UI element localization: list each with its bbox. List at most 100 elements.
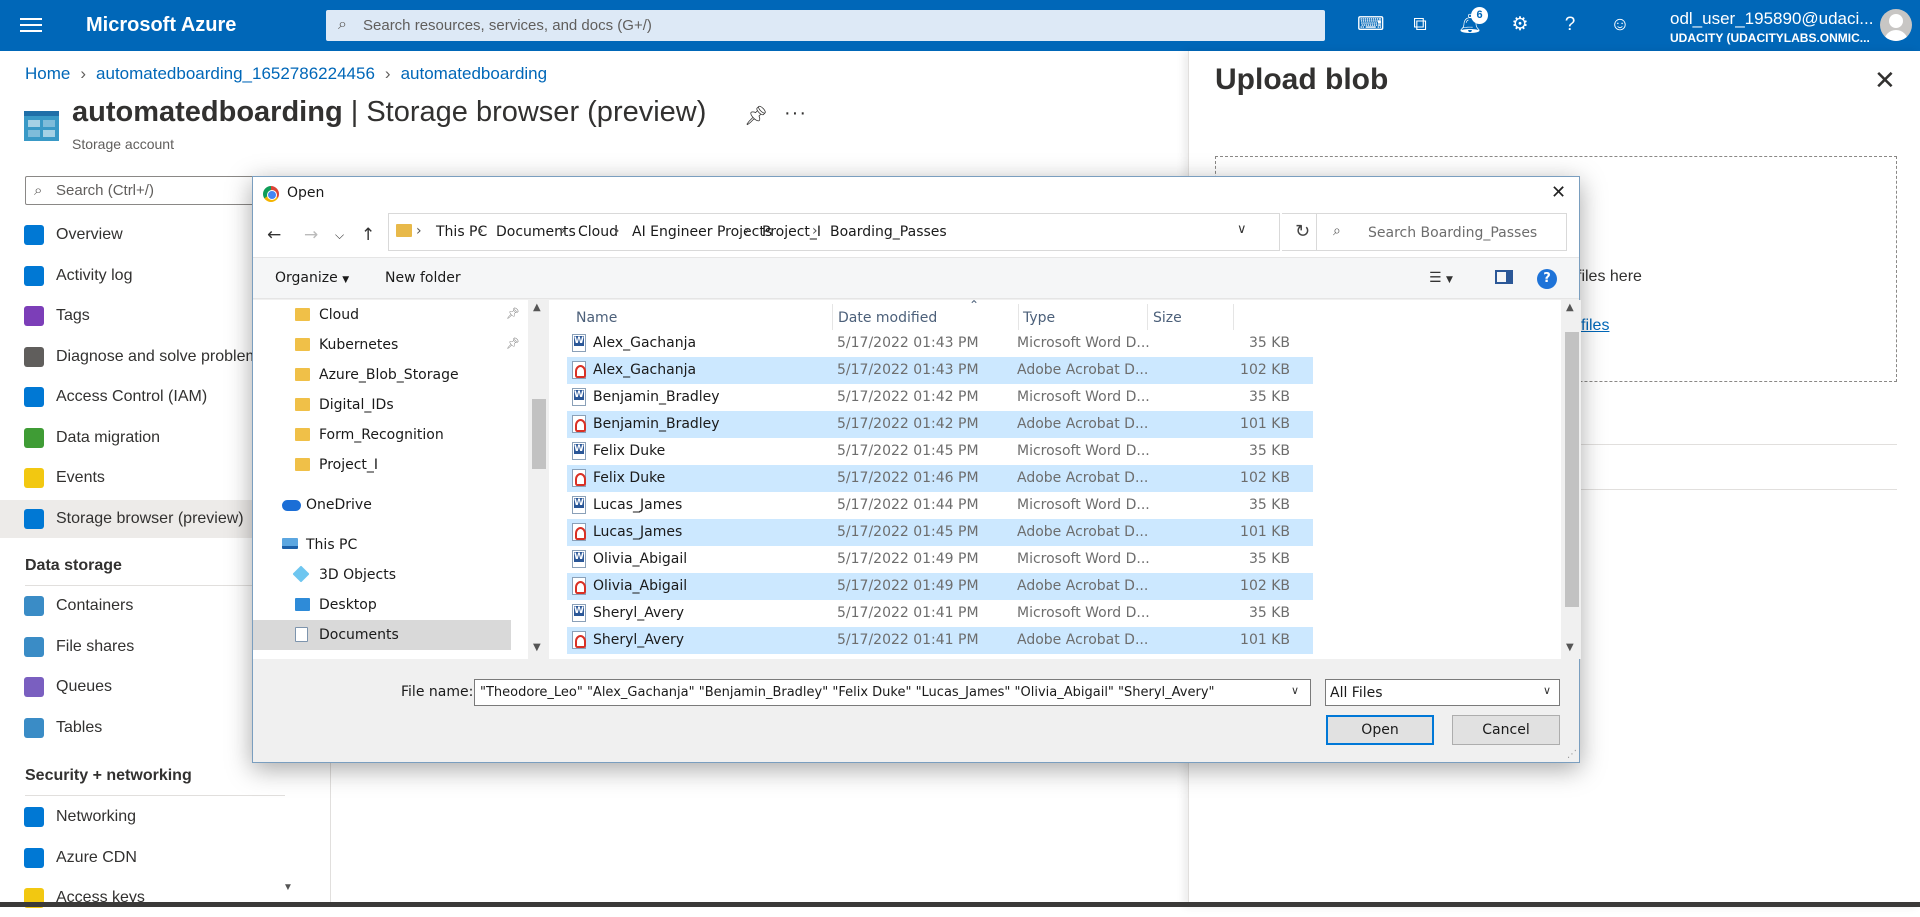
tree-item-documents[interactable]: Documents [253, 620, 511, 650]
file-row[interactable]: Olivia_Abigail 5/17/2022 01:49 PM Microsof… [567, 546, 1313, 573]
preview-pane-icon[interactable] [1495, 270, 1513, 284]
pc-icon [282, 538, 298, 549]
column-header-type[interactable]: Type [1023, 310, 1055, 326]
azure-brand[interactable]: Microsoft Azure [86, 14, 236, 37]
close-icon[interactable]: ✕ [1551, 182, 1566, 203]
file-type-select[interactable]: All Files [1325, 679, 1560, 706]
file-row[interactable]: Benjamin_Bradley 5/17/2022 01:42 PM Adobe … [567, 411, 1313, 438]
nav-item-tags[interactable]: Tags [0, 297, 290, 335]
pin-icon[interactable]: 📌︎ [744, 104, 768, 128]
nav-item-access-keys[interactable]: Access keys [0, 879, 290, 917]
chevron-down-icon[interactable]: ∨ [1543, 684, 1551, 697]
tree-item-this-pc[interactable]: This PC [253, 530, 511, 560]
file-row[interactable]: Olivia_Abigail 5/17/2022 01:49 PM Adobe Ac… [567, 573, 1313, 600]
organize-menu-button[interactable]: Organize ▼ [275, 270, 349, 286]
folder-search-placeholder: Search Boarding_Passes [1368, 225, 1538, 241]
file-row[interactable]: Sheryl_Avery 5/17/2022 01:41 PM Microsoft … [567, 600, 1313, 627]
file-row[interactable]: Lucas_James 5/17/2022 01:45 PM Adobe Acrob… [567, 519, 1313, 546]
column-header-name[interactable]: Name [576, 310, 617, 326]
navigation-pane-scrollbar[interactable]: ▲ ▼ [528, 300, 548, 659]
column-divider[interactable] [1147, 304, 1148, 330]
nav-item-diagnose-and-solve-problems[interactable]: Diagnose and solve problems [0, 338, 290, 376]
folder-search-input[interactable]: ⌕ Search Boarding_Passes [1316, 213, 1567, 251]
feedback-icon[interactable]: ☺ [1607, 12, 1633, 38]
tree-item-form-recognition[interactable]: Form_Recognition [253, 420, 511, 450]
address-bar[interactable]: › This PC › Documents › Cloud › AI Engineer Pro… [388, 213, 1280, 251]
tree-item-onedrive[interactable]: OneDrive [253, 490, 511, 520]
file-size: 101 KB [1240, 416, 1290, 432]
account-menu[interactable]: odl_user_195890@udaci... UDACITY (UDACIT… [1670, 9, 1873, 45]
tree-item-azure-blob-storage[interactable]: Azure_Blob_Storage [253, 360, 511, 390]
help-icon[interactable]: ? [1557, 12, 1583, 38]
chevron-down-icon[interactable]: ∨ [1237, 222, 1247, 237]
file-name: Felix Duke [593, 443, 666, 459]
file-row[interactable]: Alex_Gachanja 5/17/2022 01:43 PM Adobe Acr… [567, 357, 1313, 384]
breadcrumb-resource-group[interactable]: automatedboarding_1652786224456 [96, 64, 375, 83]
nav-item-overview[interactable]: Overview [0, 216, 290, 254]
tree-item-project-i[interactable]: Project_I [253, 450, 511, 480]
tree-item-digital-ids[interactable]: Digital_IDs [253, 390, 511, 420]
back-arrow-icon[interactable]: ← [267, 225, 281, 245]
change-view-icon[interactable]: ☰ ▼ [1429, 270, 1453, 286]
file-size: 101 KB [1240, 632, 1290, 648]
path-segment-ai-engineer-projects[interactable]: AI Engineer Projects [632, 224, 772, 240]
navigation-pane: Cloud 📌︎ Kubernetes 📌︎ Azure_Blob_Storage Dig… [253, 300, 528, 659]
tree-item-cloud[interactable]: Cloud 📌︎ [253, 300, 520, 330]
nav-item-queues[interactable]: Queues [0, 668, 290, 706]
breadcrumb-home[interactable]: Home [25, 64, 70, 83]
nav-item-events[interactable]: Events [0, 459, 290, 497]
recent-locations-chevron-icon[interactable]: ⌵ [335, 228, 344, 243]
file-row[interactable]: Sheryl_Avery 5/17/2022 01:41 PM Adobe Acro… [567, 627, 1313, 654]
scrollbar-thumb[interactable] [532, 399, 546, 469]
cancel-button[interactable]: Cancel [1452, 715, 1560, 745]
new-folder-button[interactable]: New folder [385, 270, 461, 286]
file-row[interactable]: Benjamin_Bradley 5/17/2022 01:42 PM Micros… [567, 384, 1313, 411]
path-segment-cloud[interactable]: Cloud [578, 224, 618, 240]
open-button[interactable]: Open [1326, 715, 1434, 745]
column-header-date-modified[interactable]: Date modified [838, 310, 937, 326]
avatar[interactable] [1880, 9, 1912, 41]
column-divider[interactable] [1018, 304, 1019, 330]
breadcrumb-storage-account[interactable]: automatedboarding [401, 64, 548, 83]
dialog-title-bar[interactable]: Open ✕ [253, 177, 1579, 209]
nav-item-azure-cdn[interactable]: Azure CDN [0, 839, 290, 877]
file-name-input[interactable]: "Theodore_Leo" "Alex_Gachanja" "Benjamin… [474, 679, 1311, 706]
close-icon[interactable]: ✕ [1874, 65, 1896, 96]
menu-icon[interactable] [20, 15, 42, 35]
nav-item-file-shares[interactable]: File shares [0, 628, 290, 666]
path-segment-boarding-passes[interactable]: Boarding_Passes [830, 224, 947, 240]
forward-arrow-icon[interactable]: → [304, 225, 318, 245]
nav-item-containers[interactable]: Containers [0, 587, 290, 625]
menu-search-input[interactable]: ⌕ Search (Ctrl+/) [25, 176, 255, 205]
file-row[interactable]: Felix Duke 5/17/2022 01:45 PM Microsoft Wo… [567, 438, 1313, 465]
nav-item-data-migration[interactable]: Data migration [0, 419, 290, 457]
file-row[interactable]: Alex_Gachanja 5/17/2022 01:43 PM Microsoft… [567, 330, 1313, 357]
file-type: Microsoft Word D... [1017, 497, 1150, 513]
resize-grip-icon[interactable]: ⋰ [1567, 749, 1577, 760]
nav-item-activity-log[interactable]: Activity log [0, 257, 290, 295]
directory-filter-icon[interactable]: ⧉ [1407, 12, 1433, 38]
up-arrow-icon[interactable]: ↑ [361, 225, 375, 245]
column-divider[interactable] [1233, 304, 1234, 330]
tree-item-kubernetes[interactable]: Kubernetes 📌︎ [253, 330, 520, 360]
chevron-down-icon[interactable]: ∨ [1291, 684, 1299, 697]
settings-gear-icon[interactable]: ⚙ [1507, 12, 1533, 38]
column-header-size[interactable]: Size [1153, 310, 1182, 326]
file-row[interactable]: Lucas_James 5/17/2022 01:44 PM Microsoft W… [567, 492, 1313, 519]
nav-item-storage-browser-preview[interactable]: Storage browser (preview) [0, 499, 290, 538]
global-search-input[interactable]: ⌕ Search resources, services, and docs (… [326, 10, 1325, 41]
file-date: 5/17/2022 01:46 PM [837, 470, 979, 486]
nav-item-tables[interactable]: Tables [0, 709, 290, 747]
help-icon[interactable]: ? [1537, 269, 1557, 289]
search-icon: ⌕ [338, 16, 347, 33]
more-options-icon[interactable]: ··· [784, 102, 807, 125]
file-row[interactable]: Felix Duke 5/17/2022 01:46 PM Adobe Acroba… [567, 465, 1313, 492]
browse-files-link[interactable]: files [1581, 317, 1609, 335]
column-divider[interactable] [832, 304, 833, 330]
scrollbar-thumb[interactable] [1565, 332, 1579, 607]
tree-item-3d-objects[interactable]: 3D Objects [253, 560, 511, 590]
tree-item-desktop[interactable]: Desktop [253, 590, 511, 620]
cloud-shell-icon[interactable]: ⌨ [1357, 12, 1384, 38]
nav-item-access-control-iam[interactable]: Access Control (IAM) [0, 378, 290, 416]
nav-item-networking[interactable]: Networking [0, 798, 290, 836]
